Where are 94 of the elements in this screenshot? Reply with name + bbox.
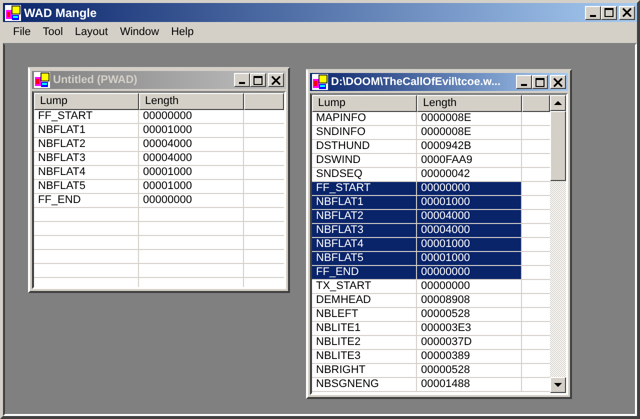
table-cell[interactable]: NBFLAT1 [34, 124, 139, 137]
table-cell[interactable]: NBFLAT5 [312, 252, 417, 265]
table-cell[interactable]: SNDSEQ [312, 168, 417, 181]
table-cell[interactable]: 00000389 [417, 350, 522, 363]
table-cell[interactable]: 0000008E [417, 126, 522, 139]
minimize-icon [590, 14, 596, 16]
table-cell[interactable]: DSWIND [312, 154, 417, 167]
up-arrow-icon [554, 100, 562, 106]
menu-item[interactable]: Help [165, 26, 200, 38]
table-cell[interactable]: FF_END [34, 194, 139, 207]
table-cell[interactable]: 00000000 [417, 280, 522, 293]
table-cell[interactable]: NBFLAT2 [34, 138, 139, 151]
table-cell[interactable]: NBFLAT4 [34, 166, 139, 179]
table-cell[interactable]: DEMHEAD [312, 294, 417, 307]
document-title: D:\DOOM\TheCallOfEvil\tcoe.w... [331, 76, 502, 88]
table-cell[interactable]: 0000008E [417, 112, 522, 125]
app-icon [5, 4, 21, 20]
column-header[interactable]: Length [417, 95, 522, 112]
table-cell[interactable]: NBLITE1 [312, 322, 417, 335]
table-cell[interactable]: 00001000 [417, 196, 522, 209]
column-header[interactable]: Lump [312, 95, 417, 112]
scroll-thumb[interactable] [550, 111, 566, 181]
close-button[interactable] [619, 6, 635, 20]
table-cell[interactable]: 00001000 [139, 180, 244, 193]
table-cell[interactable]: 00000528 [417, 364, 522, 377]
minimize-button[interactable] [234, 73, 250, 87]
minimize-button[interactable] [585, 6, 601, 20]
scrollbar[interactable] [550, 95, 566, 393]
table-cell[interactable]: 00000042 [417, 168, 522, 181]
minimize-icon [521, 84, 527, 86]
menu-item[interactable]: Layout [68, 26, 114, 38]
table-cell[interactable]: NBLITE2 [312, 336, 417, 349]
table-cell[interactable]: SNDINFO [312, 126, 417, 139]
table-cell[interactable]: NBFLAT3 [312, 224, 417, 237]
menu-item[interactable]: File [7, 26, 37, 38]
document-title: Untitled (PWAD) [53, 74, 138, 86]
menu-item[interactable]: Tool [36, 26, 69, 38]
menu-item[interactable]: Window [114, 26, 166, 38]
table-cell[interactable]: 00000000 [139, 194, 244, 207]
close-button[interactable] [550, 75, 566, 89]
maximize-button[interactable] [250, 73, 266, 87]
table-cell[interactable]: MAPINFO [312, 112, 417, 125]
close-button[interactable] [268, 73, 284, 87]
table-cell[interactable]: 0000037D [417, 336, 522, 349]
window-title: WAD Mangle [24, 6, 98, 20]
table-cell[interactable]: 000003E3 [417, 322, 522, 335]
scroll-up-button[interactable] [550, 95, 566, 111]
document-icon [34, 72, 50, 88]
table-cell[interactable]: FF_END [312, 266, 417, 279]
scroll-down-button[interactable] [550, 377, 566, 393]
table-cell[interactable]: 00001000 [417, 252, 522, 265]
maximize-button[interactable] [532, 75, 548, 89]
minimize-button[interactable] [516, 75, 532, 89]
table-cell[interactable]: 00004000 [417, 210, 522, 223]
close-icon [553, 78, 563, 86]
table-cell[interactable]: 0000942B [417, 140, 522, 153]
document-icon [312, 74, 328, 90]
table-cell[interactable]: NBLITE3 [312, 350, 417, 363]
table-cell[interactable]: 00004000 [417, 224, 522, 237]
table-cell[interactable]: FF_START [34, 110, 139, 123]
table-cell[interactable]: NBSGNENG [312, 378, 417, 391]
table-cell[interactable]: FF_START [312, 182, 417, 195]
maximize-icon [253, 76, 263, 84]
table-cell[interactable]: TX_START [312, 280, 417, 293]
table-cell[interactable]: 00001000 [139, 124, 244, 137]
document-title-bar[interactable]: D:\DOOM\TheCallOfEvil\tcoe.w... [310, 73, 568, 91]
maximize-icon [604, 8, 614, 17]
table-cell[interactable]: 0000FAA9 [417, 154, 522, 167]
column-header[interactable]: Length [139, 93, 244, 110]
column-header[interactable]: Lump [34, 93, 139, 110]
table-cell[interactable]: 00000528 [417, 308, 522, 321]
table-cell[interactable]: 00000000 [139, 110, 244, 123]
table-cell[interactable]: 00000000 [417, 266, 522, 279]
close-icon [271, 76, 281, 84]
maximize-icon [535, 78, 545, 86]
table-cell[interactable]: 00000000 [417, 182, 522, 195]
minimize-icon [239, 82, 245, 84]
table-cell[interactable]: 00004000 [139, 138, 244, 151]
table-cell[interactable]: NBFLAT1 [312, 196, 417, 209]
table-cell[interactable]: NBFLAT5 [34, 180, 139, 193]
table-cell[interactable]: NBLEFT [312, 308, 417, 321]
table-cell[interactable]: NBFLAT2 [312, 210, 417, 223]
down-arrow-icon [554, 382, 562, 388]
table-cell[interactable]: NBFLAT4 [312, 238, 417, 251]
table-cell[interactable]: NBFLAT3 [34, 152, 139, 165]
table-cell[interactable]: 00001000 [417, 238, 522, 251]
table-cell[interactable]: DSTHUND [312, 140, 417, 153]
maximize-button[interactable] [601, 6, 617, 20]
table-cell[interactable]: 00001000 [139, 166, 244, 179]
table-cell[interactable]: 00008908 [417, 294, 522, 307]
table-cell[interactable]: NBRIGHT [312, 364, 417, 377]
close-icon [622, 8, 632, 17]
table-cell[interactable]: 00004000 [139, 152, 244, 165]
table-cell[interactable]: 00001488 [417, 378, 522, 391]
